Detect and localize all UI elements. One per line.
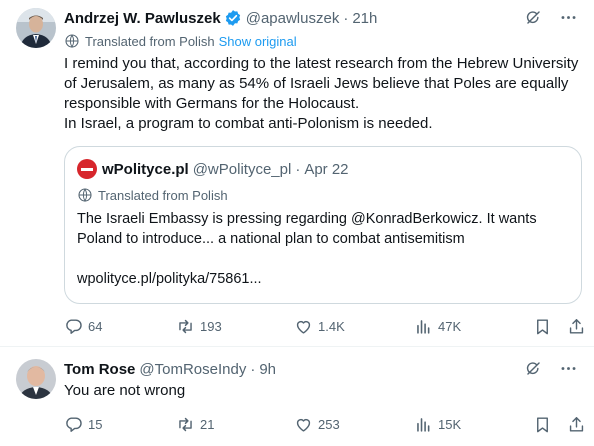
quoted-text-line: The Israeli Embassy is pressing regardin… bbox=[77, 211, 537, 227]
share-icon bbox=[569, 318, 584, 334]
reply-count: 15 bbox=[88, 416, 103, 432]
tweet-text-line: In Israel, a program to combat anti-Polo… bbox=[64, 115, 433, 132]
reply-count: 64 bbox=[88, 318, 103, 334]
retweet-count: 21 bbox=[200, 416, 215, 432]
tweet-text: You are not wrong bbox=[64, 381, 582, 401]
tweet-header-actions bbox=[524, 8, 578, 27]
bookmark-button[interactable] bbox=[533, 317, 552, 336]
show-original-link[interactable]: Show original bbox=[219, 34, 297, 49]
tweet-time[interactable]: 21h bbox=[352, 10, 377, 27]
wpolityce-logo-icon[interactable] bbox=[77, 159, 97, 179]
more-icon[interactable] bbox=[559, 359, 578, 378]
bookmark-icon bbox=[537, 416, 548, 432]
tweet-time[interactable]: 9h bbox=[259, 361, 276, 378]
quoted-author-name[interactable]: wPolityce.pl bbox=[102, 161, 189, 178]
verified-badge-icon[interactable] bbox=[224, 9, 242, 27]
avatar[interactable] bbox=[16, 8, 56, 48]
share-icon bbox=[569, 416, 584, 432]
globe-translate-icon bbox=[65, 34, 79, 48]
tweet-actions: 64 193 1.4K 47K bbox=[64, 316, 584, 336]
tweet-actions: 15 21 253 15K bbox=[64, 414, 584, 434]
retweet-icon bbox=[179, 417, 192, 431]
like-count: 1.4K bbox=[318, 318, 345, 334]
more-icon[interactable] bbox=[559, 8, 578, 27]
avatar[interactable] bbox=[16, 359, 56, 399]
reply-button[interactable]: 15 bbox=[64, 415, 102, 434]
reply-icon bbox=[66, 416, 82, 432]
grok-icon[interactable] bbox=[524, 359, 543, 378]
retweet-count: 193 bbox=[200, 318, 222, 334]
bookmark-icon bbox=[537, 318, 548, 334]
quoted-tweet-header: wPolityce.pl @wPolityce_pl · Apr 22 bbox=[77, 159, 569, 179]
reply-button[interactable]: 64 bbox=[64, 317, 102, 336]
heart-icon bbox=[296, 418, 311, 432]
tweet-header: Andrzej W. Pawluszek @apawluszek · 21h bbox=[64, 8, 582, 28]
quoted-author-handle[interactable]: @wPolityce_pl bbox=[193, 161, 292, 178]
share-button[interactable] bbox=[567, 317, 586, 336]
tweet-tomrose[interactable]: Tom Rose @TomRoseIndy · 9h You are not w… bbox=[0, 347, 594, 446]
quoted-text-line: Poland to introduce... a national plan t… bbox=[77, 231, 465, 247]
tweet-header-actions bbox=[524, 359, 578, 378]
views-count: 15K bbox=[438, 416, 462, 432]
like-button[interactable]: 253 bbox=[294, 415, 340, 434]
tweet-text-line: I remind you that, according to the late… bbox=[64, 55, 579, 72]
like-count: 253 bbox=[318, 416, 340, 432]
translated-label: Translated from Polish bbox=[98, 187, 228, 203]
quoted-translated-notice: Translated from Polish bbox=[77, 185, 569, 205]
views-button[interactable]: 47K bbox=[414, 317, 461, 336]
tweet-text: I remind you that, according to the late… bbox=[64, 54, 582, 134]
tweet-text-line: responsible with Germans for the Holocau… bbox=[64, 95, 360, 112]
translated-notice: Translated from Polish Show original bbox=[64, 31, 582, 51]
views-chart-icon bbox=[417, 319, 430, 334]
author-name[interactable]: Tom Rose bbox=[64, 361, 135, 378]
like-button[interactable]: 1.4K bbox=[294, 317, 345, 336]
retweet-button[interactable]: 21 bbox=[176, 415, 214, 434]
globe-translate-icon bbox=[78, 188, 92, 202]
views-button[interactable]: 15K bbox=[414, 415, 461, 434]
reply-icon bbox=[66, 318, 82, 334]
tweet-header: Tom Rose @TomRoseIndy · 9h bbox=[64, 359, 582, 379]
quoted-tweet[interactable]: wPolityce.pl @wPolityce_pl · Apr 22 Tran… bbox=[64, 146, 582, 304]
separator-dot: · bbox=[295, 160, 301, 178]
quoted-link[interactable]: wpolityce.pl/polityka/75861... bbox=[77, 269, 569, 289]
separator-dot: · bbox=[343, 9, 349, 27]
views-chart-icon bbox=[417, 417, 430, 432]
bookmark-button[interactable] bbox=[533, 415, 552, 434]
quoted-tweet-date[interactable]: Apr 22 bbox=[304, 161, 348, 178]
grok-icon[interactable] bbox=[524, 8, 543, 27]
views-count: 47K bbox=[438, 318, 462, 334]
author-name[interactable]: Andrzej W. Pawluszek bbox=[64, 10, 221, 27]
tweet-text-line: You are not wrong bbox=[64, 382, 186, 399]
separator-dot: · bbox=[250, 360, 256, 378]
tweet-pawluszek[interactable]: Andrzej W. Pawluszek @apawluszek · 21h T… bbox=[0, 0, 594, 345]
share-button[interactable] bbox=[567, 415, 586, 434]
retweet-icon bbox=[179, 319, 192, 333]
author-handle[interactable]: @apawluszek bbox=[246, 10, 340, 27]
heart-icon bbox=[296, 320, 311, 334]
translated-label: Translated from Polish bbox=[85, 33, 215, 49]
tweet-text-line: of Jerusalem, as many as 54% of Israeli … bbox=[64, 75, 569, 92]
retweet-button[interactable]: 193 bbox=[176, 317, 222, 336]
author-handle[interactable]: @TomRoseIndy bbox=[139, 361, 246, 378]
quoted-tweet-text: The Israeli Embassy is pressing regardin… bbox=[77, 209, 569, 289]
